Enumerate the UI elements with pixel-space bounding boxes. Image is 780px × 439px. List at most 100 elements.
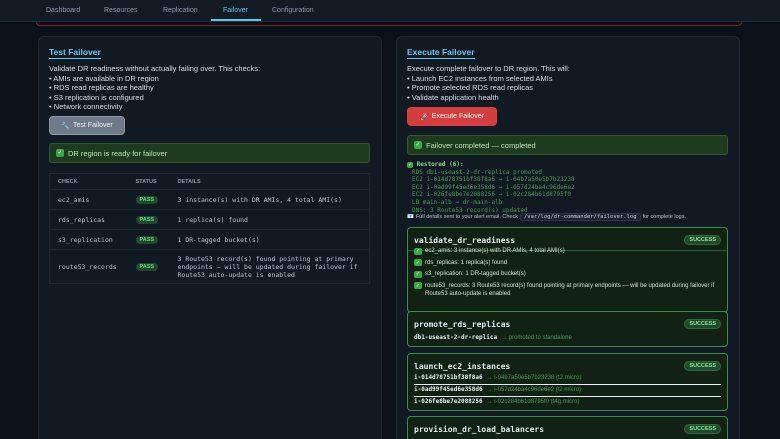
- instance-id: i-026fe8be7e2088256: [414, 398, 483, 405]
- active-tab-indicator: [211, 19, 261, 21]
- bullet-item: Validate application health: [407, 93, 570, 103]
- step-line: ✓ ec2_amis: 3 instance(s) with DR AMIs, 4…: [414, 247, 721, 255]
- bullet-item: Promote selected RDS read replicas: [407, 83, 570, 93]
- step-name: promote_rds_replicas: [414, 320, 511, 329]
- check-icon: ✓: [414, 259, 422, 266]
- instance-row: i-0ad99f45ed6e358d6 → i-057d24ba4c96de6e2…: [414, 386, 721, 397]
- bullet-item: AMIs are available in DR region: [49, 74, 260, 84]
- ready-status-text: DR region is ready for failover: [68, 148, 168, 158]
- column-header: STATUS: [127, 173, 170, 190]
- button-label: Test Failover: [73, 122, 113, 129]
- instance-mapping: → i-04b7a50e5b7b23238 (t2.micro): [486, 375, 582, 381]
- pass-badge: PASS: [135, 195, 159, 204]
- restored-heading: ✓ Restored (6):: [407, 161, 575, 169]
- success-badge: SUCCESS: [684, 361, 721, 371]
- step-line-text: s3_replication: 1 DR-tagged bucket(s): [425, 271, 526, 277]
- step-card: provision_dr_load_balancers SUCCESS: [407, 416, 728, 439]
- bullet-item: Launch EC2 instances from selected AMIs: [407, 74, 570, 84]
- completed-status-text: Failover completed — completed: [426, 140, 536, 150]
- test-failover-panel: Test Failover Validate DR readiness with…: [38, 36, 382, 439]
- tab-replication[interactable]: Replication: [163, 7, 198, 14]
- tab-configuration[interactable]: Configuration: [272, 7, 314, 14]
- execute-description: Execute complete failover to DR region. …: [407, 64, 570, 102]
- rocket-icon: 🚀: [420, 113, 429, 121]
- check-icon: ✓: [407, 162, 413, 168]
- instance-row: i-014d78751bf38f8a6 → i-04b7a50e5b7b23238…: [414, 374, 721, 385]
- restored-heading-text: Restored (6):: [416, 161, 464, 168]
- execute-failover-button[interactable]: 🚀 Execute Failover: [407, 107, 497, 126]
- check-details: 1 replica(s) found: [169, 209, 370, 230]
- alert-banner-edge: [36, 22, 742, 26]
- step-line-text: rds_replicas: 1 replica(s) found: [425, 259, 508, 266]
- column-header: CHECK: [49, 173, 128, 190]
- description-intro: Execute complete failover to DR region. …: [407, 64, 570, 73]
- step-body: i-014d78751bf38f8a6 → i-04b7a50e5b7b23238…: [414, 374, 721, 409]
- column-header: DETAILS: [169, 173, 370, 190]
- execute-failover-panel: Execute Failover Execute complete failov…: [396, 36, 740, 439]
- check-icon: ✓: [414, 141, 422, 149]
- step-line: ✓ s3_replication: 1 DR-tagged bucket(s): [414, 270, 721, 278]
- step-card: promote_rds_replicas SUCCESS db1-useast-…: [407, 311, 728, 347]
- top-nav: Dashboard Resources Replication Failover…: [0, 0, 780, 22]
- instance-id: i-014d78751bf38f8a6: [414, 374, 483, 381]
- check-name: s3_replication: [49, 229, 128, 250]
- instance-mapping: → i-02c284b61d8795f0 (t4g.micro): [486, 399, 580, 405]
- table-row: rds_replicas PASS 1 replica(s) found: [49, 209, 370, 230]
- restored-item: EC2 i-026fe8be7e2088256 → i-02c284b61d87…: [412, 191, 571, 199]
- log-path[interactable]: /var/log/dr-commander/failover.log: [519, 213, 641, 221]
- step-card: launch_ec2_instances SUCCESS i-014d78751…: [407, 353, 728, 411]
- restored-item: RDS db1-useast-2-dr-replica promoted: [412, 168, 543, 176]
- check-name: ec2_amis: [49, 189, 128, 210]
- success-badge: SUCCESS: [684, 424, 721, 434]
- step-line: ✓ route53_records: 3 Route53 record(s) fo…: [414, 282, 721, 298]
- log-notice-prefix: Full details sent to your alert email. C…: [415, 214, 518, 220]
- replica-note: → promoted to standalone: [501, 335, 572, 341]
- check-details: 3 instance(s) with DR AMIs, 4 total AMI(…: [169, 189, 370, 210]
- log-notice-suffix: for complete logs.: [642, 214, 686, 220]
- status-cell: PASS: [127, 209, 170, 230]
- check-details: 1 DR-tagged bucket(s): [169, 229, 370, 250]
- test-failover-button[interactable]: 🔧 Test Failover: [49, 116, 125, 135]
- tab-failover[interactable]: Failover: [223, 7, 248, 14]
- wrench-icon: 🔧: [61, 122, 71, 130]
- panel-title: Execute Failover: [407, 47, 475, 59]
- step-name: provision_dr_load_balancers: [414, 425, 545, 434]
- check-icon: ✓: [414, 270, 422, 278]
- check-details: 3 Route53 record(s) found pointing at pr…: [169, 249, 370, 284]
- replica-row: db1-useast-2-dr-replica → promoted to st…: [414, 334, 721, 344]
- check-name: route53_records: [49, 249, 128, 284]
- log-notice: 📧 Full details sent to your alert email.…: [407, 213, 686, 221]
- restored-item: EC2 i-0ad99f45ed6e358d6 → i-057d24ba4c96…: [412, 183, 575, 191]
- pass-badge: PASS: [135, 262, 159, 271]
- table-row: s3_replication PASS 1 DR-tagged bucket(s…: [49, 229, 370, 250]
- step-line-text: route53_records: 3 Route53 record(s) fou…: [425, 282, 715, 297]
- instance-id: i-0ad99f45ed6e358d6: [414, 386, 483, 393]
- tab-dashboard[interactable]: Dashboard: [46, 7, 80, 14]
- step-card: validate_dr_readiness SUCCESS ✓ ec2_amis:…: [407, 227, 728, 313]
- mail-icon: 📧: [407, 214, 414, 220]
- test-description: Validate DR readiness without actually f…: [49, 64, 260, 112]
- step-body: ✓ ec2_amis: 3 instance(s) with DR AMIs, 4…: [414, 247, 721, 301]
- tab-resources[interactable]: Resources: [104, 7, 137, 14]
- bullet-item: Network connectivity: [49, 102, 260, 112]
- instance-mapping: → i-057d24ba4c96de6e2 (t2.micro): [486, 387, 582, 393]
- status-cell: PASS: [127, 249, 170, 284]
- step-line: ✓ rds_replicas: 1 replica(s) found: [414, 259, 721, 267]
- pass-badge: PASS: [135, 235, 159, 244]
- table-row: route53_records PASS 3 Route53 record(s)…: [49, 249, 370, 284]
- restored-item: EC2 i-014d78751bf38f8a6 → i-04b7a50e5b7b…: [412, 176, 575, 184]
- status-cell: PASS: [127, 229, 170, 250]
- completed-status-bar: ✓ Failover completed — completed: [407, 135, 728, 155]
- step-name: validate_dr_readiness: [414, 236, 516, 245]
- success-badge: SUCCESS: [684, 235, 721, 245]
- button-label: Execute Failover: [431, 113, 484, 120]
- check-icon: ✓: [414, 247, 422, 255]
- table-row: ec2_amis PASS 3 instance(s) with DR AMIs…: [49, 189, 370, 210]
- check-icon: ✓: [414, 282, 422, 289]
- replica-id: db1-useast-2-dr-replica: [414, 334, 498, 341]
- success-badge: SUCCESS: [684, 319, 721, 329]
- check-name: rds_replicas: [49, 209, 128, 230]
- check-icon: ✓: [56, 149, 64, 157]
- panel-title: Test Failover: [49, 47, 101, 59]
- bullet-item: S3 replication is configured: [49, 93, 260, 103]
